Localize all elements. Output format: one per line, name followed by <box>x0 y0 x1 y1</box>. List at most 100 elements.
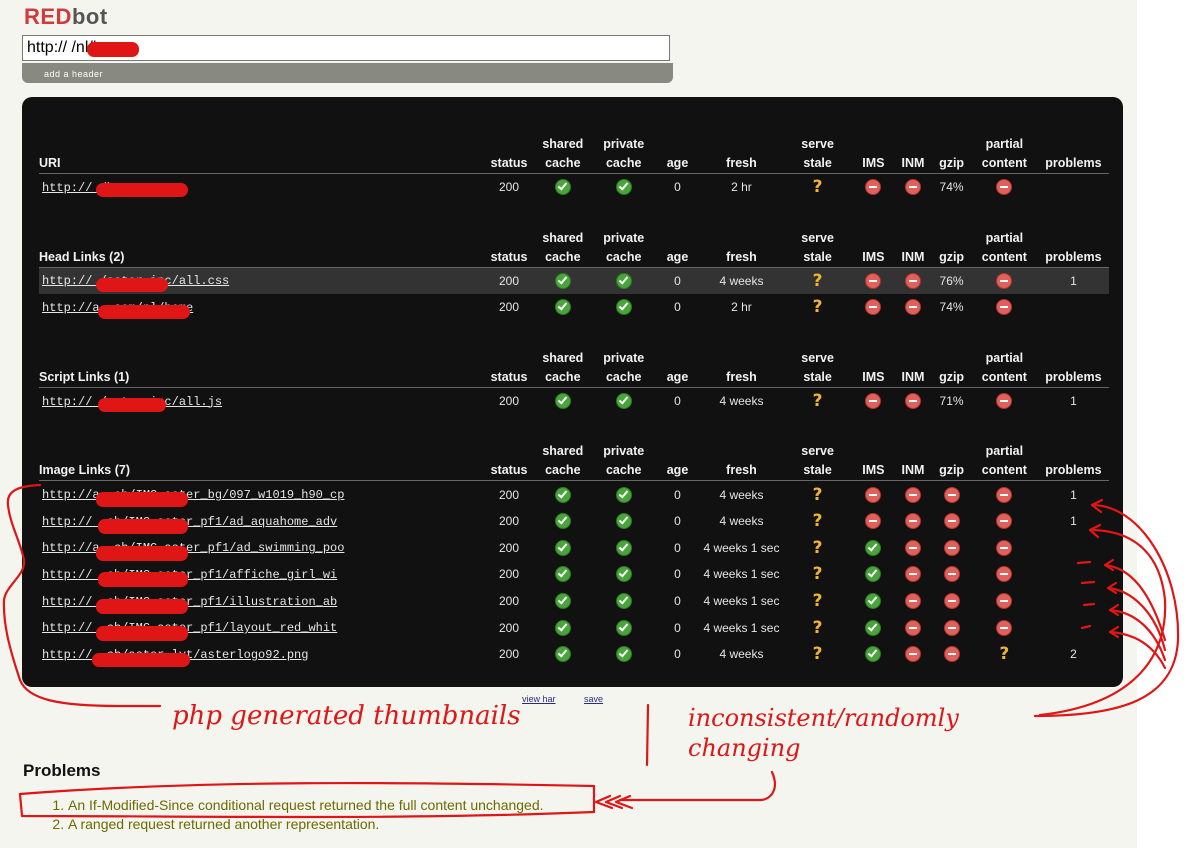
fresh-cell: 4 weeks <box>719 514 764 529</box>
result-row[interactable]: http://a .com/nl/home 200 0 2 hr? 74% <box>39 294 1109 321</box>
resource-link[interactable]: http:// .ch/IMG-aster_pf1/affiche_girl_w… <box>42 568 337 582</box>
serve-stale-question-icon: ? <box>812 617 823 638</box>
result-row[interactable]: http://a .ch/IMG-aster_bg/097_w1019_h90_… <box>39 481 1109 508</box>
inm-cell <box>894 588 933 615</box>
resource-link[interactable]: http:// /aster_inc/all.js <box>42 395 222 409</box>
add-header-link[interactable]: add a header <box>44 69 103 79</box>
serve-stale-question-icon: ? <box>812 564 823 585</box>
problems-count-cell <box>1038 588 1109 615</box>
inm-cell <box>894 535 933 562</box>
resource-link[interactable]: http:// .ch/IMG-aster_pf1/ad_aquahome_ad… <box>42 515 337 529</box>
add-header-bar[interactable]: add a header <box>22 63 673 83</box>
partial-content-no-icon <box>996 619 1013 636</box>
inm-cell <box>894 641 933 668</box>
partial-content-cell <box>971 508 1038 535</box>
inm-cell <box>894 174 933 201</box>
status-cell: 200 <box>499 514 520 529</box>
shared-cache-cell <box>532 267 594 295</box>
age-cell: 0 <box>674 514 681 529</box>
save-link[interactable]: save <box>584 694 603 704</box>
private-cache-ok-icon <box>615 566 632 583</box>
result-row[interactable]: http:// /aster_inc/all.js 200 0 4 weeks? 71%… <box>39 387 1109 414</box>
section-header: Head Links (2) status shared cache private ca… <box>39 228 1109 268</box>
ims-ok-icon <box>865 646 882 663</box>
fresh-cell: 4 weeks <box>719 487 764 502</box>
resource-link[interactable]: http:// .ch/IMG-aster_pf1/layout_red_whi… <box>42 621 337 635</box>
inm-cell <box>893 267 933 295</box>
shared-cache-cell <box>532 561 593 588</box>
column-header: shared cache <box>532 442 594 482</box>
section-title: Head Links (2) <box>39 228 486 268</box>
problems-count-cell: 2 <box>1070 647 1077 662</box>
inm-cell <box>894 508 933 535</box>
column-header: fresh <box>700 135 783 174</box>
private-cache-ok-icon <box>615 179 632 196</box>
serve-stale-question-icon: ? <box>812 484 823 505</box>
private-cache-cell <box>593 481 654 508</box>
inm-cell <box>894 561 933 588</box>
ims-ok-icon <box>865 566 882 583</box>
result-row[interactable]: http://a .ch/IMG-aster_pf1/ad_swimming_p… <box>39 535 1109 562</box>
resource-link[interactable]: http://a .ch/IMG-aster_bg/097_w1019_h90_… <box>42 488 344 502</box>
problems-count-cell: 1 <box>1070 394 1077 409</box>
private-cache-cell <box>593 387 654 414</box>
view-har-link[interactable]: view har <box>522 694 556 704</box>
section-title: URI <box>39 135 486 174</box>
gzip-no-icon <box>943 619 960 636</box>
section-header: Image Links (7) status shared cache private c… <box>39 442 1109 482</box>
inm-no-icon <box>905 566 921 583</box>
result-row[interactable]: http:// .ch/IMG-aster_pf1/illustration_a… <box>39 588 1109 615</box>
inm-no-icon <box>905 272 921 289</box>
result-row[interactable]: http:// /home 200 0 2 hr? 74% <box>39 174 1109 201</box>
gzip-cell <box>932 641 971 668</box>
problems-count-cell <box>1038 174 1109 201</box>
resource-link[interactable]: http://a .ch/IMG-aster_pf1/ad_swimming_p… <box>42 541 344 555</box>
resource-link[interactable]: http:// /home <box>42 181 136 195</box>
partial-content-no-icon <box>996 272 1013 289</box>
gzip-no-icon <box>943 486 960 503</box>
ims-cell <box>853 641 894 668</box>
redbot-logo[interactable]: REDbot <box>24 4 108 30</box>
column-header: private cache <box>593 442 655 482</box>
resource-link[interactable]: http://a .com/nl/home <box>42 301 193 315</box>
partial-content-cell <box>971 387 1038 414</box>
result-row[interactable]: http:// .ch/IMG-aster_pf1/ad_aquahome_ad… <box>39 508 1109 535</box>
column-header: gzip <box>932 135 971 174</box>
result-row[interactable]: http:// .ch/IMG-aster_pf1/layout_red_whi… <box>39 614 1109 641</box>
partial-content-cell <box>971 588 1038 615</box>
result-row[interactable]: http:// .ch/aster_lyt/asterlogo92.png 200… <box>39 641 1109 668</box>
private-cache-ok-icon <box>615 393 632 410</box>
column-header: age <box>654 442 701 482</box>
column-header: status <box>485 442 533 482</box>
age-cell: 0 <box>674 394 681 409</box>
uri-cell: http:// /home <box>39 174 486 201</box>
inm-no-icon <box>905 299 921 316</box>
shared-cache-cell <box>532 614 593 641</box>
gzip-no-icon <box>943 539 960 556</box>
partial-content-no-icon <box>996 179 1013 196</box>
problems-heading: Problems <box>23 761 101 780</box>
uri-input[interactable]: http:// /nl/home <box>22 35 670 61</box>
resource-link[interactable]: http:// .ch/aster_lyt/asterlogo92.png <box>42 648 308 662</box>
ims-no-icon <box>865 486 882 503</box>
column-header: IMS <box>853 348 894 388</box>
uri-cell: http:// /aster_inc/all.css <box>39 267 486 295</box>
serve-stale-cell: ? <box>782 508 853 535</box>
column-header: private cache <box>593 228 655 268</box>
column-header: age <box>654 348 701 388</box>
shared-cache-ok-icon <box>554 619 571 636</box>
partial-content-cell: ? <box>971 641 1038 668</box>
column-header: partial content <box>970 135 1038 174</box>
serve-stale-cell: ? <box>782 387 853 414</box>
private-cache-ok-icon <box>615 299 632 316</box>
resource-link[interactable]: http:// /aster_inc/all.css <box>42 274 229 288</box>
result-row[interactable]: http:// /aster_inc/all.css 200 0 4 weeks? 76… <box>39 267 1109 295</box>
problems-count-cell: 1 <box>1037 267 1109 295</box>
result-row[interactable]: http:// .ch/IMG-aster_pf1/affiche_girl_w… <box>39 561 1109 588</box>
gzip-cell: 74% <box>939 300 964 315</box>
shared-cache-ok-icon <box>554 566 571 583</box>
results-table: URI status shared cache private cache age fresh… <box>39 97 1109 668</box>
ims-no-icon <box>865 272 882 289</box>
serve-stale-cell: ? <box>782 641 853 668</box>
resource-link[interactable]: http:// .ch/IMG-aster_pf1/illustration_a… <box>42 595 337 609</box>
